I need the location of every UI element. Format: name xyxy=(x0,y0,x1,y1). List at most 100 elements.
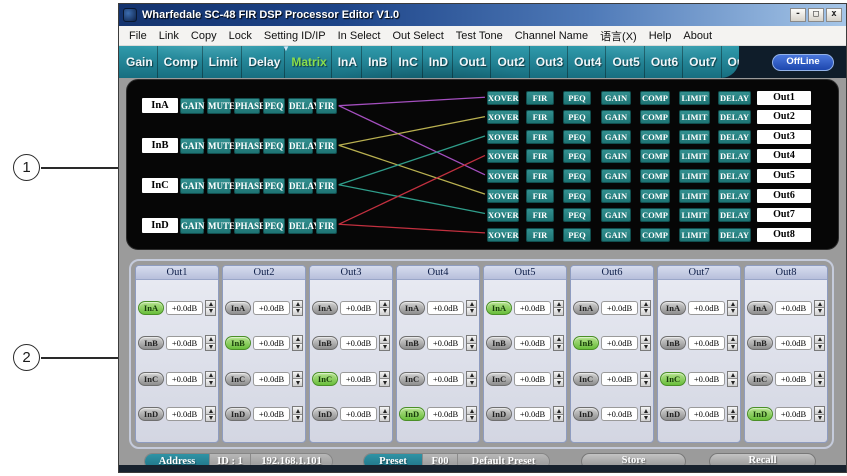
spinner-down-icon[interactable] xyxy=(467,378,476,386)
spinner-down-icon[interactable] xyxy=(206,342,215,351)
route-toggle-out8-inb[interactable]: InB xyxy=(747,336,773,351)
spinner-down-icon[interactable] xyxy=(293,413,302,422)
route-toggle-out1-ind[interactable]: InD xyxy=(138,407,164,422)
tab-out3[interactable]: Out3 xyxy=(532,46,569,78)
spinner-down-icon[interactable] xyxy=(815,378,824,386)
close-button[interactable]: x xyxy=(826,8,842,22)
gain-value-out2-inb[interactable]: +0.0dB xyxy=(253,336,290,351)
output-out8-fir-button[interactable]: FIR xyxy=(526,227,554,242)
spinner-down-icon[interactable] xyxy=(815,342,824,351)
spinner-down-icon[interactable] xyxy=(815,413,824,422)
spinner-down-icon[interactable] xyxy=(815,307,824,315)
spinner-down-icon[interactable] xyxy=(728,413,737,422)
gain-value-out7-inc[interactable]: +0.0dB xyxy=(688,371,725,386)
route-toggle-out4-ina[interactable]: InA xyxy=(399,300,425,315)
output-out1-comp-button[interactable]: COMP xyxy=(640,90,670,105)
tab-matrix[interactable]: Matrix xyxy=(287,46,332,78)
spinner-down-icon[interactable] xyxy=(380,307,389,315)
gain-value-out5-inb[interactable]: +0.0dB xyxy=(514,336,551,351)
menu-item-out-select[interactable]: Out Select xyxy=(386,30,449,42)
menu-item-test-tone[interactable]: Test Tone xyxy=(450,30,509,42)
output-out5-gain-button[interactable]: GAIN xyxy=(601,168,631,183)
spinner-down-icon[interactable] xyxy=(467,413,476,422)
tab-out2[interactable]: Out2 xyxy=(493,46,530,78)
output-out1-fir-button[interactable]: FIR xyxy=(526,90,554,105)
gain-value-out7-inb[interactable]: +0.0dB xyxy=(688,336,725,351)
route-toggle-out8-inc[interactable]: InC xyxy=(747,371,773,386)
route-toggle-out6-ind[interactable]: InD xyxy=(573,407,599,422)
route-toggle-out5-inb[interactable]: InB xyxy=(486,336,512,351)
gain-value-out6-ind[interactable]: +0.0dB xyxy=(601,407,638,422)
gain-value-out4-inb[interactable]: +0.0dB xyxy=(427,336,464,351)
route-toggle-out4-inb[interactable]: InB xyxy=(399,336,425,351)
output-out8-peq-button[interactable]: PEQ xyxy=(563,227,591,242)
gain-value-out8-inb[interactable]: +0.0dB xyxy=(775,336,812,351)
output-out7-fir-button[interactable]: FIR xyxy=(526,208,554,223)
route-toggle-out7-ind[interactable]: InD xyxy=(660,407,686,422)
tab-limit[interactable]: Limit xyxy=(205,46,243,78)
route-toggle-out5-inc[interactable]: InC xyxy=(486,371,512,386)
spinner-down-icon[interactable] xyxy=(641,342,650,351)
route-toggle-out3-inc[interactable]: InC xyxy=(312,371,338,386)
gain-value-out1-inb[interactable]: +0.0dB xyxy=(166,336,203,351)
gain-value-out2-inc[interactable]: +0.0dB xyxy=(253,371,290,386)
output-out8-limit-button[interactable]: LIMIT xyxy=(679,227,710,242)
output-out1-xover-button[interactable]: XOVER xyxy=(487,90,519,105)
output-out2-delay-button[interactable]: DELAY xyxy=(718,110,751,125)
gain-value-out4-inc[interactable]: +0.0dB xyxy=(427,371,464,386)
gain-value-out1-ina[interactable]: +0.0dB xyxy=(166,300,203,315)
tab-delay[interactable]: Delay xyxy=(244,46,286,78)
route-toggle-out1-inb[interactable]: InB xyxy=(138,336,164,351)
output-out4-xover-button[interactable]: XOVER xyxy=(487,149,519,164)
gain-value-out7-ind[interactable]: +0.0dB xyxy=(688,407,725,422)
gain-value-out8-ind[interactable]: +0.0dB xyxy=(775,407,812,422)
route-toggle-out7-inc[interactable]: InC xyxy=(660,371,686,386)
offline-status-button[interactable]: OffLine xyxy=(772,54,834,71)
gain-value-out4-ind[interactable]: +0.0dB xyxy=(427,407,464,422)
output-out6-delay-button[interactable]: DELAY xyxy=(718,188,751,203)
menu-item-link[interactable]: Link xyxy=(153,30,185,42)
spinner-down-icon[interactable] xyxy=(728,307,737,315)
output-out3-fir-button[interactable]: FIR xyxy=(526,129,554,144)
gain-value-out6-ina[interactable]: +0.0dB xyxy=(601,300,638,315)
spinner-down-icon[interactable] xyxy=(206,378,215,386)
tab-out7[interactable]: Out7 xyxy=(685,46,722,78)
output-out1-delay-button[interactable]: DELAY xyxy=(718,90,751,105)
output-out6-gain-button[interactable]: GAIN xyxy=(601,188,631,203)
gain-value-out6-inb[interactable]: +0.0dB xyxy=(601,336,638,351)
minimize-button[interactable]: - xyxy=(790,8,806,22)
tab-out5[interactable]: Out5 xyxy=(608,46,645,78)
gain-value-out4-ina[interactable]: +0.0dB xyxy=(427,300,464,315)
gain-value-out7-ina[interactable]: +0.0dB xyxy=(688,300,725,315)
output-out6-limit-button[interactable]: LIMIT xyxy=(679,188,710,203)
output-out4-limit-button[interactable]: LIMIT xyxy=(679,149,710,164)
route-toggle-out4-inc[interactable]: InC xyxy=(399,371,425,386)
route-toggle-out3-ina[interactable]: InA xyxy=(312,300,338,315)
spinner-down-icon[interactable] xyxy=(554,378,563,386)
route-toggle-out7-inb[interactable]: InB xyxy=(660,336,686,351)
output-out2-fir-button[interactable]: FIR xyxy=(526,110,554,125)
output-out2-peq-button[interactable]: PEQ xyxy=(563,110,591,125)
spinner-down-icon[interactable] xyxy=(380,378,389,386)
menu-item-in-select[interactable]: In Select xyxy=(332,30,387,42)
output-out6-fir-button[interactable]: FIR xyxy=(526,188,554,203)
output-out1-limit-button[interactable]: LIMIT xyxy=(679,90,710,105)
gain-value-out5-ina[interactable]: +0.0dB xyxy=(514,300,551,315)
route-toggle-out3-inb[interactable]: InB xyxy=(312,336,338,351)
output-out6-comp-button[interactable]: COMP xyxy=(640,188,670,203)
spinner-down-icon[interactable] xyxy=(554,342,563,351)
tab-inc[interactable]: InC xyxy=(394,46,423,78)
output-out7-xover-button[interactable]: XOVER xyxy=(487,208,519,223)
output-out5-limit-button[interactable]: LIMIT xyxy=(679,168,710,183)
output-out3-xover-button[interactable]: XOVER xyxy=(487,129,519,144)
tab-ind[interactable]: InD xyxy=(425,46,454,78)
output-out2-limit-button[interactable]: LIMIT xyxy=(679,110,710,125)
output-out2-comp-button[interactable]: COMP xyxy=(640,110,670,125)
spinner-down-icon[interactable] xyxy=(467,342,476,351)
output-out3-gain-button[interactable]: GAIN xyxy=(601,129,631,144)
gain-value-out3-ind[interactable]: +0.0dB xyxy=(340,407,377,422)
output-out6-xover-button[interactable]: XOVER xyxy=(487,188,519,203)
menu-item-lock[interactable]: Lock xyxy=(223,30,258,42)
route-toggle-out4-ind[interactable]: InD xyxy=(399,407,425,422)
tab-out4[interactable]: Out4 xyxy=(570,46,607,78)
